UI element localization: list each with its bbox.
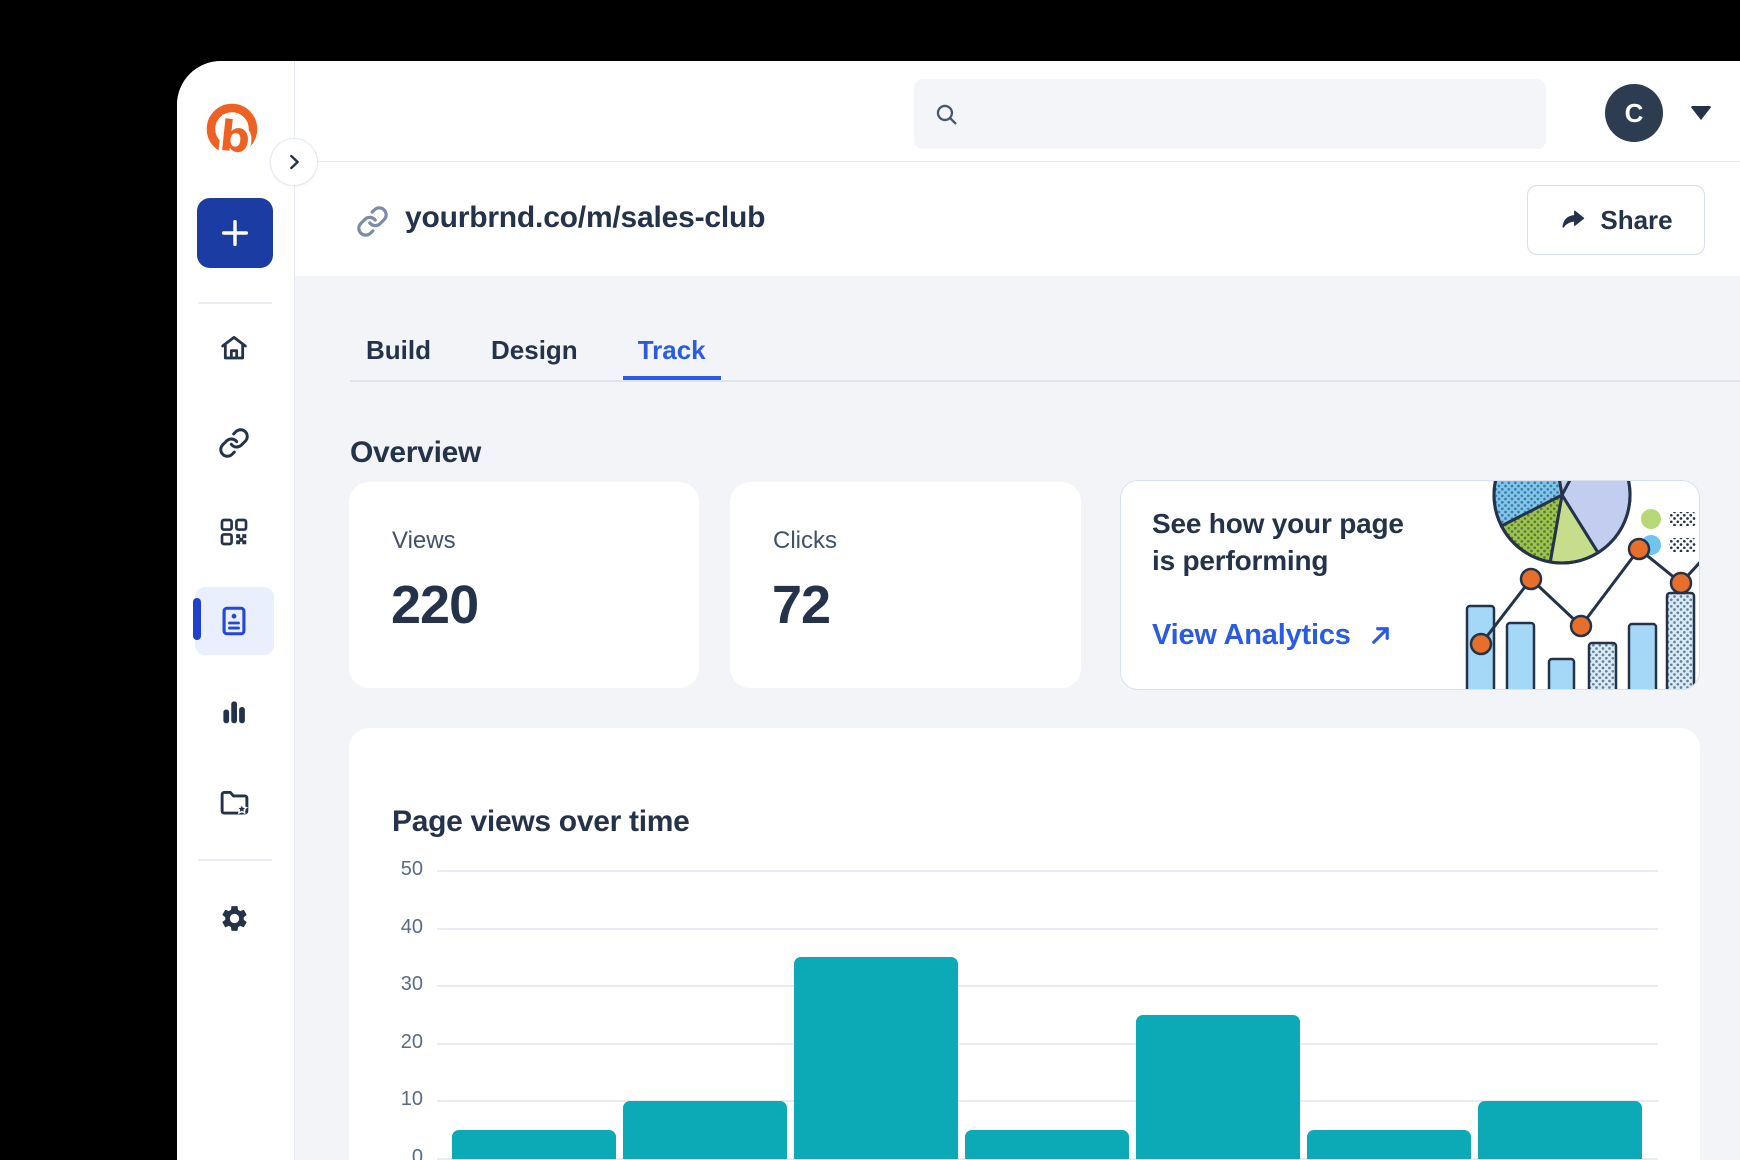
clicks-value: 72 xyxy=(772,574,830,636)
chart-gridline xyxy=(437,1043,1658,1045)
chart-bar xyxy=(1136,1015,1300,1159)
tab-design[interactable]: Design xyxy=(476,319,593,382)
chart-bar xyxy=(1478,1101,1642,1159)
share-label: Share xyxy=(1600,205,1672,236)
sidebar-item-campaigns[interactable] xyxy=(210,778,258,826)
gear-icon xyxy=(219,903,250,934)
avatar[interactable]: C xyxy=(1605,84,1663,142)
sidebar-item-settings[interactable] xyxy=(210,894,258,942)
sidebar-item-links[interactable] xyxy=(210,419,258,467)
analytics-promo-card: See how your page is performing View Ana… xyxy=(1120,480,1700,690)
svg-text:b: b xyxy=(218,111,253,161)
sidebar-item-analytics[interactable] xyxy=(210,688,258,736)
chart-bar xyxy=(965,1130,1129,1159)
chart-ytick-label: 30 xyxy=(375,973,423,996)
chart-gridline xyxy=(437,1100,1658,1102)
home-icon xyxy=(218,332,250,364)
sidebar: b xyxy=(177,61,295,1160)
create-new-button[interactable] xyxy=(197,198,273,268)
bar-chart-icon xyxy=(219,697,249,727)
chart-ytick-label: 10 xyxy=(375,1088,423,1111)
top-bar: C xyxy=(294,61,1740,162)
chart-bar xyxy=(452,1130,616,1159)
link-icon xyxy=(356,205,389,243)
chart-title: Page views over time xyxy=(392,805,690,839)
chart-ytick-label: 0 xyxy=(375,1146,423,1160)
chart-plot: 01020304050 xyxy=(437,871,1658,1159)
promo-heading: See how your page is performing xyxy=(1152,505,1404,579)
sidebar-divider xyxy=(198,302,272,304)
bitly-logo-icon: b xyxy=(203,103,261,161)
account-menu[interactable]: C xyxy=(1605,84,1712,142)
views-label: Views xyxy=(392,527,456,555)
sidebar-divider xyxy=(198,859,272,861)
page-views-chart-card: Page views over time 01020304050 xyxy=(349,728,1700,1160)
sidebar-item-home[interactable] xyxy=(210,324,258,372)
view-analytics-link[interactable]: View Analytics xyxy=(1152,619,1394,652)
tab-track[interactable]: Track xyxy=(623,319,721,382)
chevron-down-icon[interactable] xyxy=(1690,106,1712,120)
overview-heading: Overview xyxy=(350,436,481,470)
search-icon xyxy=(934,101,959,128)
page-url-bar: yourbrnd.co/m/sales-club Share xyxy=(294,161,1740,277)
qr-code-icon xyxy=(218,516,250,548)
sidebar-item-qr-codes[interactable] xyxy=(210,508,258,556)
charts-illustration xyxy=(1429,481,1700,690)
link-in-bio-page-icon xyxy=(217,604,251,638)
chart-gridline xyxy=(437,928,1658,930)
arrow-up-right-icon xyxy=(1367,622,1394,649)
chart-ytick-label: 20 xyxy=(375,1031,423,1054)
chart-bar xyxy=(794,957,958,1159)
clicks-stat-card: Clicks 72 xyxy=(730,482,1081,688)
chart-gridline xyxy=(437,870,1658,872)
share-button[interactable]: Share xyxy=(1527,185,1705,255)
chart-bar xyxy=(623,1101,787,1159)
tab-bar: Build Design Track xyxy=(351,319,721,382)
share-icon xyxy=(1559,206,1587,234)
chevron-right-icon xyxy=(283,151,305,173)
views-stat-card: Views 220 xyxy=(349,482,699,688)
chart-bar xyxy=(1307,1130,1471,1159)
search-bar[interactable] xyxy=(914,79,1546,149)
content-area: Build Design Track Overview Views 220 Cl… xyxy=(294,276,1740,1160)
chart-gridline xyxy=(437,985,1658,987)
chart-ytick-label: 40 xyxy=(375,916,423,939)
app-window: b xyxy=(177,61,1740,1160)
chart-ytick-label: 50 xyxy=(375,858,423,881)
tab-build[interactable]: Build xyxy=(351,319,446,382)
page-url: yourbrnd.co/m/sales-club xyxy=(405,201,765,235)
sidebar-collapse-button[interactable] xyxy=(270,138,318,186)
folder-star-icon xyxy=(218,786,251,819)
sidebar-active-indicator xyxy=(193,598,201,640)
search-input[interactable] xyxy=(973,99,1526,129)
plus-icon xyxy=(218,216,252,250)
tab-bar-divider xyxy=(350,380,1740,382)
desktop-background: b xyxy=(0,0,1740,1160)
views-value: 220 xyxy=(391,574,478,636)
sidebar-item-pages[interactable] xyxy=(210,597,258,645)
link-icon xyxy=(218,427,250,459)
clicks-label: Clicks xyxy=(773,527,837,555)
